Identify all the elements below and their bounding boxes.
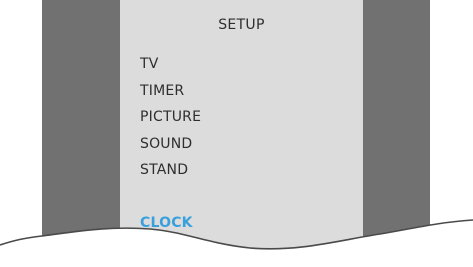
menu-item-clock[interactable]: CLOCK [140, 214, 221, 241]
menu-item-stand[interactable]: STAND [140, 161, 221, 188]
menu-item-sound[interactable]: SOUND [140, 135, 221, 162]
menu-list: TV TIMER PICTURE SOUND STAND CLOCK AV SO… [140, 55, 221, 267]
menu-title: SETUP [218, 17, 265, 33]
menu-item-picture[interactable]: PICTURE [140, 108, 221, 135]
setup-menu-panel: SETUP TV TIMER PICTURE SOUND STAND CLOCK… [120, 0, 363, 267]
menu-item-timer[interactable]: TIMER [140, 82, 221, 109]
tv-screen: SETUP TV TIMER PICTURE SOUND STAND CLOCK… [0, 0, 473, 267]
menu-item-tv[interactable]: TV [140, 55, 221, 82]
menu-item-av-socket[interactable]: AV SOCKET [140, 240, 221, 267]
